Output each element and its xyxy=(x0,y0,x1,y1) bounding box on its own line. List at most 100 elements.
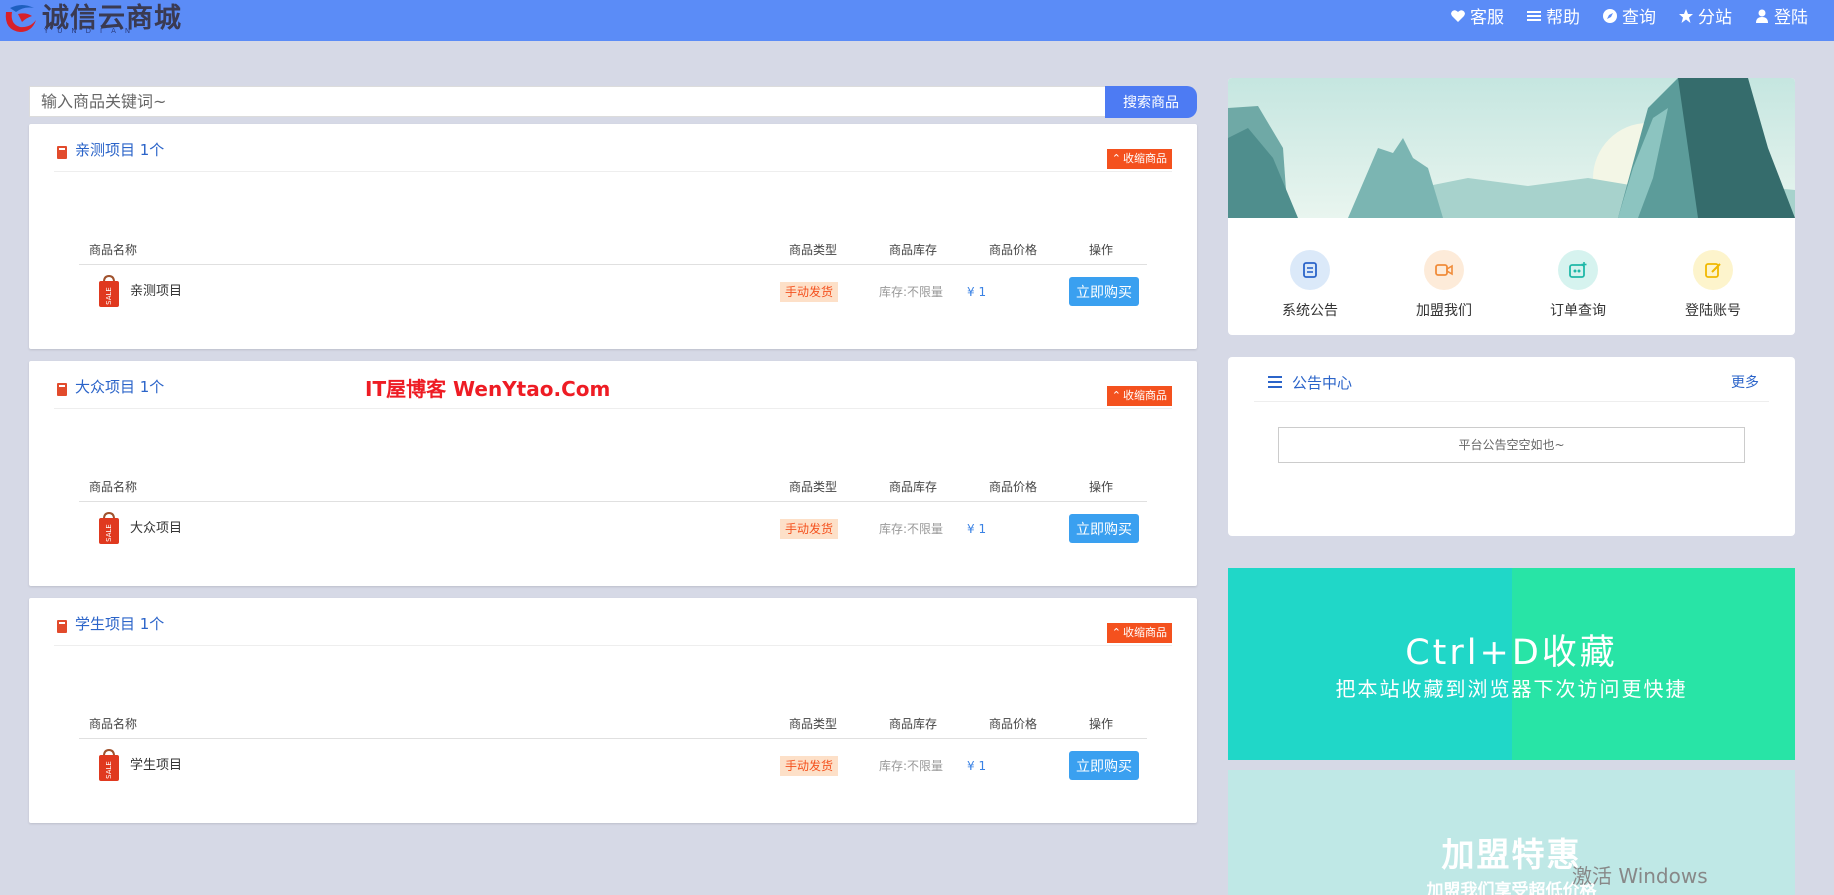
blog-watermark: IT屋博客 WenYtao.Com xyxy=(365,377,611,401)
nav-service-label: 客服 xyxy=(1470,8,1504,28)
th-stock: 商品库存 xyxy=(889,717,938,731)
join-banner[interactable]: 加盟特惠 加盟我们享受超低价格 xyxy=(1228,770,1795,895)
collapse-button[interactable]: ⌃ 收缩商品 xyxy=(1106,623,1172,643)
join-subtitle: 加盟我们享受超低价格 xyxy=(1426,881,1597,895)
th-name: 商品名称 xyxy=(89,717,138,731)
category-title: 亲测项目 1个 xyxy=(75,141,165,159)
collapse-button[interactable]: ⌃ 收缩商品 xyxy=(1106,149,1172,169)
th-price: 商品价格 xyxy=(989,480,1038,494)
landscape-banner xyxy=(1228,78,1795,218)
nav-help[interactable]: 帮助 xyxy=(1526,3,1580,28)
bookmark-subtitle: 把本站收藏到浏览器下次访问更快捷 xyxy=(1335,677,1688,701)
panel-header: 学生项目 1个 ⌃ 收缩商品 xyxy=(54,598,1172,646)
category-panel: 亲测项目 1个 ⌃ 收缩商品 商品名称 商品类型 商品库存 商品价格 操作 SA… xyxy=(29,124,1197,349)
category-icon xyxy=(57,146,67,159)
quick-link-notice[interactable]: 系统公告 xyxy=(1250,250,1370,320)
product-stock: 库存:不限量 xyxy=(879,759,944,773)
table-header: 商品名称 商品类型 商品库存 商品价格 操作 xyxy=(79,471,1147,502)
table-row: SALE 大众项目 手动发货 库存:不限量 ¥ 1 立即购买 xyxy=(79,503,1147,553)
product-stock: 库存:不限量 xyxy=(879,285,944,299)
buy-now-button[interactable]: 立即购买 xyxy=(1069,514,1139,543)
menu-icon xyxy=(1268,376,1282,388)
category-icon xyxy=(57,620,67,633)
th-action: 操作 xyxy=(1089,717,1114,731)
sale-bag-icon: SALE xyxy=(99,274,119,307)
bookmark-title: Ctrl+D收藏 xyxy=(1405,633,1618,673)
notice-card: 公告中心 更多 平台公告空空如也~ xyxy=(1228,357,1795,536)
th-name: 商品名称 xyxy=(89,480,138,494)
nav-query[interactable]: 查询 xyxy=(1602,3,1656,28)
panel-header: 大众项目 1个 ⌃ 收缩商品 xyxy=(54,361,1172,409)
th-stock: 商品库存 xyxy=(889,480,938,494)
windows-activation-watermark: 激活 Windows xyxy=(1572,864,1708,888)
nav-login-label: 登陆 xyxy=(1774,8,1808,28)
quick-link-login[interactable]: 登陆账号 xyxy=(1653,250,1773,320)
product-price: ¥ 1 xyxy=(967,759,987,773)
collapse-label: 收缩商品 xyxy=(1123,626,1167,639)
collapse-label: 收缩商品 xyxy=(1123,389,1167,402)
product-type-badge: 手动发货 xyxy=(780,282,839,302)
product-type-badge: 手动发货 xyxy=(780,519,839,539)
buy-now-button[interactable]: 立即购买 xyxy=(1069,277,1139,306)
notice-more-link[interactable]: 更多 xyxy=(1731,372,1759,392)
order-search-icon xyxy=(1558,250,1598,290)
svg-text:SALE: SALE xyxy=(105,524,113,542)
notice-header: 公告中心 更多 xyxy=(1254,357,1769,402)
category-panel: 大众项目 1个 ⌃ 收缩商品 商品名称 商品类型 商品库存 商品价格 操作 SA… xyxy=(29,361,1197,586)
search-bar: 搜索商品 xyxy=(29,86,1197,118)
search-button[interactable]: 搜索商品 xyxy=(1105,86,1197,118)
site-logo[interactable]: 诚信云商城 YUNDIAN xyxy=(0,0,181,41)
sale-bag-icon: SALE xyxy=(99,511,119,544)
compass-icon xyxy=(1603,8,1617,23)
th-price: 商品价格 xyxy=(989,243,1038,257)
video-icon xyxy=(1424,250,1464,290)
quick-link-order[interactable]: 订单查询 xyxy=(1518,250,1638,320)
star-icon xyxy=(1679,8,1693,23)
buy-now-button[interactable]: 立即购买 xyxy=(1069,751,1139,780)
th-type: 商品类型 xyxy=(789,717,838,731)
nav-service[interactable]: 客服 xyxy=(1450,3,1504,28)
category-title: 学生项目 1个 xyxy=(75,615,165,633)
th-type: 商品类型 xyxy=(789,480,838,494)
nav-login[interactable]: 登陆 xyxy=(1754,3,1808,28)
collapse-button[interactable]: ⌃ 收缩商品 xyxy=(1106,386,1172,406)
panel-header: 亲测项目 1个 ⌃ 收缩商品 xyxy=(54,124,1172,172)
top-nav: 客服 帮助 查询 分站 登陆 xyxy=(1450,0,1808,31)
sale-bag-icon: SALE xyxy=(99,748,119,781)
collapse-label: 收缩商品 xyxy=(1123,152,1167,165)
product-price: ¥ 1 xyxy=(967,522,987,536)
th-action: 操作 xyxy=(1089,243,1114,257)
th-action: 操作 xyxy=(1089,480,1114,494)
notice-title: 公告中心 xyxy=(1292,374,1353,392)
user-icon xyxy=(1756,9,1768,23)
heart-icon xyxy=(1451,9,1465,22)
chevron-up-icon: ⌃ xyxy=(1111,152,1121,165)
logo-subtext: YUNDIAN xyxy=(44,27,140,35)
table-header: 商品名称 商品类型 商品库存 商品价格 操作 xyxy=(79,234,1147,265)
table-row: SALE 亲测项目 手动发货 库存:不限量 ¥ 1 立即购买 xyxy=(79,266,1147,316)
product-name[interactable]: 亲测项目 xyxy=(130,280,182,304)
quick-link-join[interactable]: 加盟我们 xyxy=(1384,250,1504,320)
th-price: 商品价格 xyxy=(989,717,1038,731)
product-name[interactable]: 学生项目 xyxy=(130,754,182,778)
chevron-up-icon: ⌃ xyxy=(1111,626,1121,639)
document-icon xyxy=(1290,250,1330,290)
quick-link-label: 系统公告 xyxy=(1282,303,1338,319)
product-name[interactable]: 大众项目 xyxy=(130,517,182,541)
product-type-badge: 手动发货 xyxy=(780,756,839,776)
category-title: 大众项目 1个 xyxy=(75,378,165,396)
product-price: ¥ 1 xyxy=(967,285,987,299)
list-icon xyxy=(1527,10,1541,21)
svg-text:SALE: SALE xyxy=(105,761,113,779)
category-panel: 学生项目 1个 ⌃ 收缩商品 商品名称 商品类型 商品库存 商品价格 操作 SA… xyxy=(29,598,1197,823)
search-input[interactable] xyxy=(29,86,1105,117)
join-title: 加盟特惠 xyxy=(1441,835,1582,874)
notice-empty: 平台公告空空如也~ xyxy=(1278,427,1745,463)
chevron-up-icon: ⌃ xyxy=(1111,389,1121,402)
bookmark-banner[interactable]: Ctrl+D收藏 把本站收藏到浏览器下次访问更快捷 xyxy=(1228,568,1795,760)
quick-link-label: 加盟我们 xyxy=(1416,303,1472,319)
quick-links-card: 系统公告 加盟我们 订单查询 登陆账号 xyxy=(1228,78,1795,335)
table-header: 商品名称 商品类型 商品库存 商品价格 操作 xyxy=(79,708,1147,739)
th-name: 商品名称 xyxy=(89,243,138,257)
nav-substation[interactable]: 分站 xyxy=(1678,3,1732,28)
